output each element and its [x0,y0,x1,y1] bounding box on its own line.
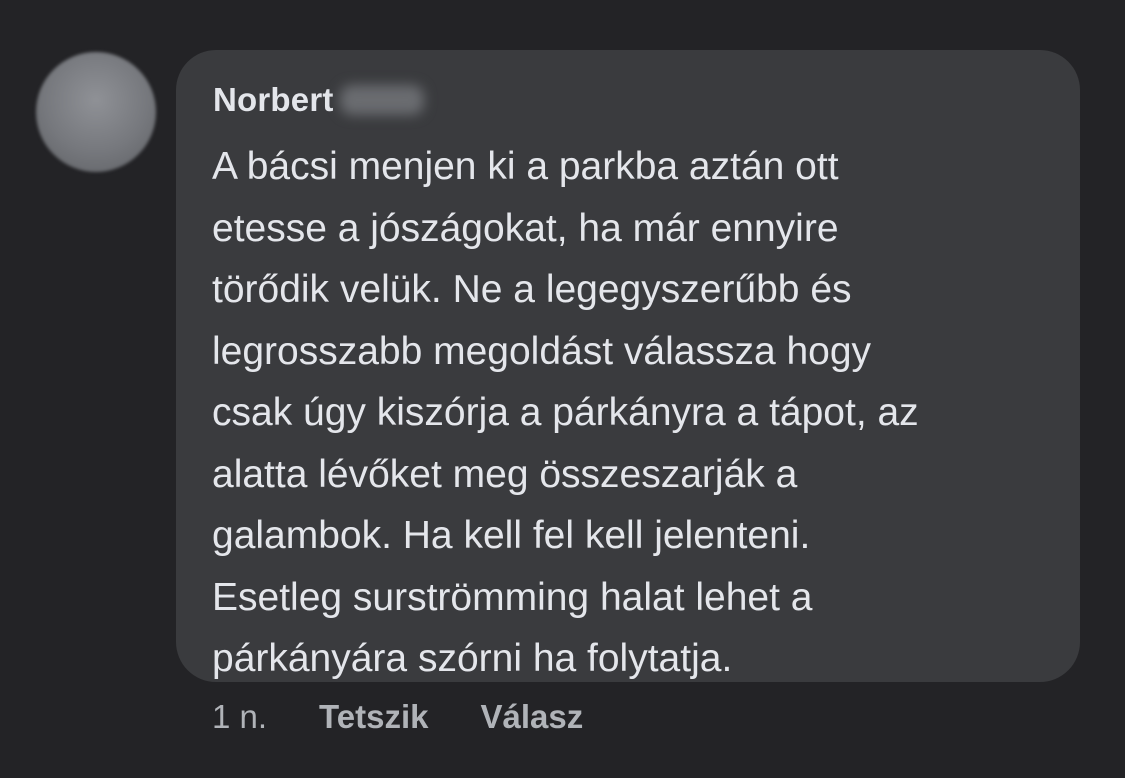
comment-text-line: csak úgy kiszórja a párkányra a tápot, a… [212,391,919,434]
comment-text-line: párkányára szórni ha folytatja. [212,637,733,680]
comment-text-line: törődik velük. Ne a legegyszerűbb és [212,268,852,311]
comment-text-line: galambok. Ha kell fel kell jelenteni. [212,514,811,557]
comment: Norbert A bácsi menjen ki a parkba aztán… [0,0,1125,778]
comment-time[interactable]: 1 n. [212,698,267,736]
comment-bubble: Norbert A bácsi menjen ki a parkba aztán… [176,50,1080,682]
comment-text-line: alatta lévőket meg összeszarják a [212,452,798,496]
comment-text-line: etesse a jószágokat, ha már ennyire [212,206,839,250]
comment-text-line: Esetleg surströmming halat lehet a [212,575,813,619]
author-name[interactable]: Norbert [213,81,334,119]
blurred-surname [339,85,424,115]
reply-button[interactable]: Válasz [480,698,583,736]
like-button[interactable]: Tetszik [319,698,428,736]
comment-text-line: legrosszabb megoldást válassza hogy [212,329,872,373]
avatar[interactable] [36,52,156,172]
comment-actions: 1 n. Tetszik Válasz [212,698,635,736]
author-row: Norbert [213,78,424,122]
comment-text: A bácsi menjen ki a parkba aztán ott ete… [212,136,1062,690]
comment-text-line: A bácsi menjen ki a parkba aztán ott [212,145,839,188]
